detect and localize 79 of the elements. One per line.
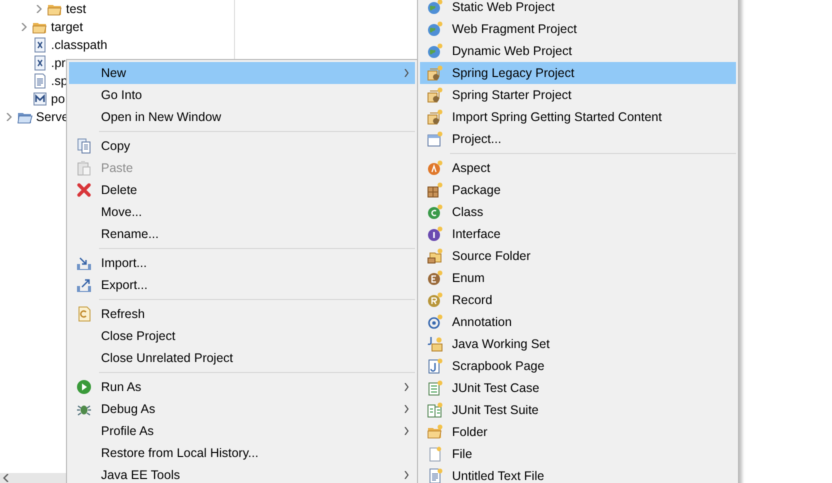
menu-item[interactable]: Import Spring Getting Started Content <box>420 106 736 128</box>
text-file-icon <box>32 73 48 89</box>
new-package-icon <box>427 182 443 198</box>
collapsed-chevron-icon[interactable] <box>35 5 43 13</box>
collapsed-chevron-icon[interactable] <box>20 23 28 31</box>
menu-item[interactable]: Rename... <box>69 223 415 245</box>
menu-item[interactable]: File <box>420 443 736 465</box>
xml-file-icon <box>32 37 48 53</box>
project-icon <box>427 109 443 125</box>
menu-item[interactable]: Profile As <box>69 420 415 442</box>
new-file-icon <box>427 446 443 462</box>
menu-item[interactable]: Copy <box>69 135 415 157</box>
menu-item[interactable]: Class <box>420 201 736 223</box>
menu-item[interactable]: Open in New Window <box>69 106 415 128</box>
menu-item[interactable]: Close Project <box>69 325 415 347</box>
menu-item[interactable]: Interface <box>420 223 736 245</box>
menu-item[interactable]: Import... <box>69 252 415 274</box>
tree-item-label[interactable]: .pr <box>51 56 66 70</box>
new-record-icon <box>427 292 443 308</box>
new-interface-icon <box>427 226 443 242</box>
menu-item[interactable]: Java EE Tools <box>69 464 415 483</box>
import-icon <box>76 255 92 271</box>
scroll-left-icon[interactable] <box>3 474 9 482</box>
new-class-icon <box>427 204 443 220</box>
menu-item[interactable]: Package <box>420 179 736 201</box>
menu-item[interactable]: Run As <box>69 376 415 398</box>
xml-file-icon <box>32 55 48 71</box>
maven-file-icon <box>32 91 48 107</box>
collapsed-chevron-icon[interactable] <box>5 113 13 121</box>
menu-item[interactable]: Spring Starter Project <box>420 84 736 106</box>
menu-item[interactable]: Dynamic Web Project <box>420 40 736 62</box>
window-icon <box>427 131 443 147</box>
globe-icon <box>427 0 443 15</box>
menu-item[interactable]: Scrapbook Page <box>420 355 736 377</box>
menu-item[interactable]: Refresh <box>69 303 415 325</box>
menu-item[interactable]: Close Unrelated Project <box>69 347 415 369</box>
menu-item[interactable]: Project... <box>420 128 736 150</box>
new-aspect-icon <box>427 160 443 176</box>
new-text-file-icon <box>427 468 443 483</box>
copy-icon <box>76 138 92 154</box>
menu-item[interactable]: Folder <box>420 421 736 443</box>
menu-item[interactable]: Annotation <box>420 311 736 333</box>
menu-item[interactable]: Java Working Set <box>420 333 736 355</box>
new-scrapbook-icon <box>427 358 443 374</box>
new-junit-suite-icon <box>427 402 443 418</box>
tree-item-label[interactable]: po <box>51 92 65 106</box>
export-icon <box>76 277 92 293</box>
menu-item[interactable]: Untitled Text File <box>420 465 736 483</box>
menu-item[interactable]: JUnit Test Case <box>420 377 736 399</box>
menu-item[interactable]: Enum <box>420 267 736 289</box>
menu-item[interactable]: JUnit Test Suite <box>420 399 736 421</box>
project-icon <box>427 65 443 81</box>
project-icon <box>427 87 443 103</box>
paste-icon <box>76 160 92 176</box>
tree-item-label[interactable]: target <box>51 20 83 34</box>
menu-item[interactable]: Go Into <box>69 84 415 106</box>
menu-item[interactable]: Debug As <box>69 398 415 420</box>
menu-item[interactable]: Aspect <box>420 157 736 179</box>
menu-item[interactable]: Delete <box>69 179 415 201</box>
new-working-set-icon <box>427 336 443 352</box>
globe-icon <box>427 21 443 37</box>
tree-item-label[interactable]: .classpath <box>51 38 108 52</box>
menu-item[interactable]: Restore from Local History... <box>69 442 415 464</box>
menu-item[interactable]: Record <box>420 289 736 311</box>
new-enum-icon <box>427 270 443 286</box>
run-icon <box>76 379 92 395</box>
menu-item[interactable]: Static Web Project <box>420 0 736 18</box>
tree-item-label[interactable]: test <box>66 2 86 16</box>
new-junit-case-icon <box>427 380 443 396</box>
menu-item[interactable]: Web Fragment Project <box>420 18 736 40</box>
menu-item[interactable]: Export... <box>69 274 415 296</box>
delete-icon <box>76 182 92 198</box>
menu-item[interactable]: Move... <box>69 201 415 223</box>
menu-item[interactable]: Spring Legacy Project <box>420 62 736 84</box>
globe-icon <box>427 43 443 59</box>
menu-item[interactable]: Source Folder <box>420 245 736 267</box>
new-folder-icon <box>427 424 443 440</box>
new-source-folder-icon <box>427 248 443 264</box>
menu-item[interactable]: New <box>69 62 415 84</box>
